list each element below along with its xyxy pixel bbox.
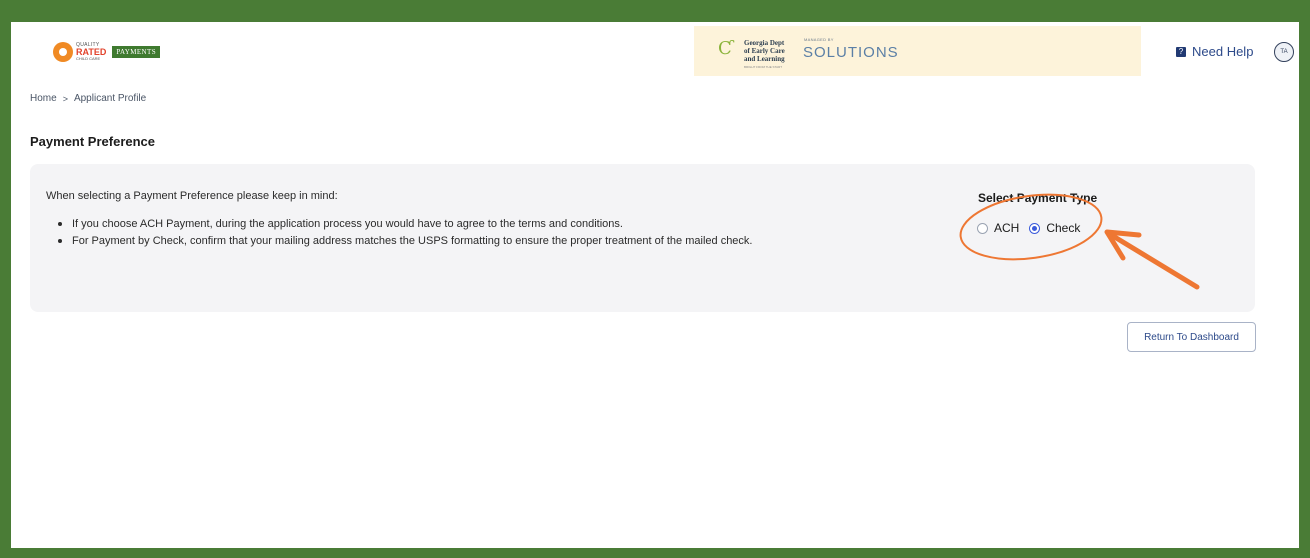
payment-preference-panel: When selecting a Payment Preference plea… (30, 164, 1255, 312)
decal-logo-icon: Ƈ (718, 38, 732, 59)
help-icon: ? (1176, 46, 1186, 57)
quality-rated-logo-icon (53, 42, 73, 62)
ach-radio-label[interactable]: ACH (994, 221, 1019, 235)
top-header: QUALITY RATED CHILD CARE PAYMENTS Ƈ Geor… (11, 22, 1299, 78)
decal-line-3: and Learning (744, 55, 785, 63)
breadcrumb-home[interactable]: Home (30, 93, 57, 104)
breadcrumb: Home > Applicant Profile (30, 93, 146, 104)
check-radio-label[interactable]: Check (1046, 221, 1080, 235)
user-avatar[interactable]: TA (1274, 42, 1294, 62)
panel-intro: When selecting a Payment Preference plea… (46, 190, 338, 202)
info-bullet-ach: If you choose ACH Payment, during the ap… (54, 216, 844, 232)
breadcrumb-current: Applicant Profile (73, 93, 147, 104)
logo-text: QUALITY RATED CHILD CARE (76, 43, 106, 61)
page-title: Payment Preference (30, 134, 156, 149)
check-radio[interactable] (1029, 222, 1041, 234)
managed-by-label: MANAGED BY (804, 37, 834, 42)
decal-tagline: BRIGHT FROM THE START (744, 65, 783, 69)
logo-sub-text: CHILD CARE (76, 56, 101, 61)
payment-type-radio-group: ACH Check (977, 221, 1090, 235)
app-window: QUALITY RATED CHILD CARE PAYMENTS Ƈ Geor… (11, 22, 1299, 548)
info-bullet-check: For Payment by Check, confirm that your … (54, 233, 844, 249)
solutions-logo: SOLUTIONS (803, 44, 899, 61)
payments-badge: PAYMENTS (112, 46, 160, 58)
quality-rated-logo[interactable]: QUALITY RATED CHILD CARE PAYMENTS (53, 40, 160, 64)
decal-line-1: Georgia Dept (744, 39, 785, 47)
partner-banner: Ƈ Georgia Dept of Early Care and Learnin… (694, 26, 1141, 76)
select-payment-type-title: Select Payment Type (978, 191, 1098, 205)
need-help-link[interactable]: ? Need Help (1176, 44, 1253, 59)
breadcrumb-separator-icon: > (62, 93, 68, 104)
info-bullet-list: If you choose ACH Payment, during the ap… (54, 216, 844, 250)
decal-line-2: of Early Care (744, 47, 785, 55)
decal-name: Georgia Dept of Early Care and Learning (744, 39, 785, 63)
return-to-dashboard-button[interactable]: Return To Dashboard (1127, 322, 1256, 352)
need-help-label: Need Help (1192, 44, 1254, 59)
ach-radio[interactable] (977, 222, 988, 234)
